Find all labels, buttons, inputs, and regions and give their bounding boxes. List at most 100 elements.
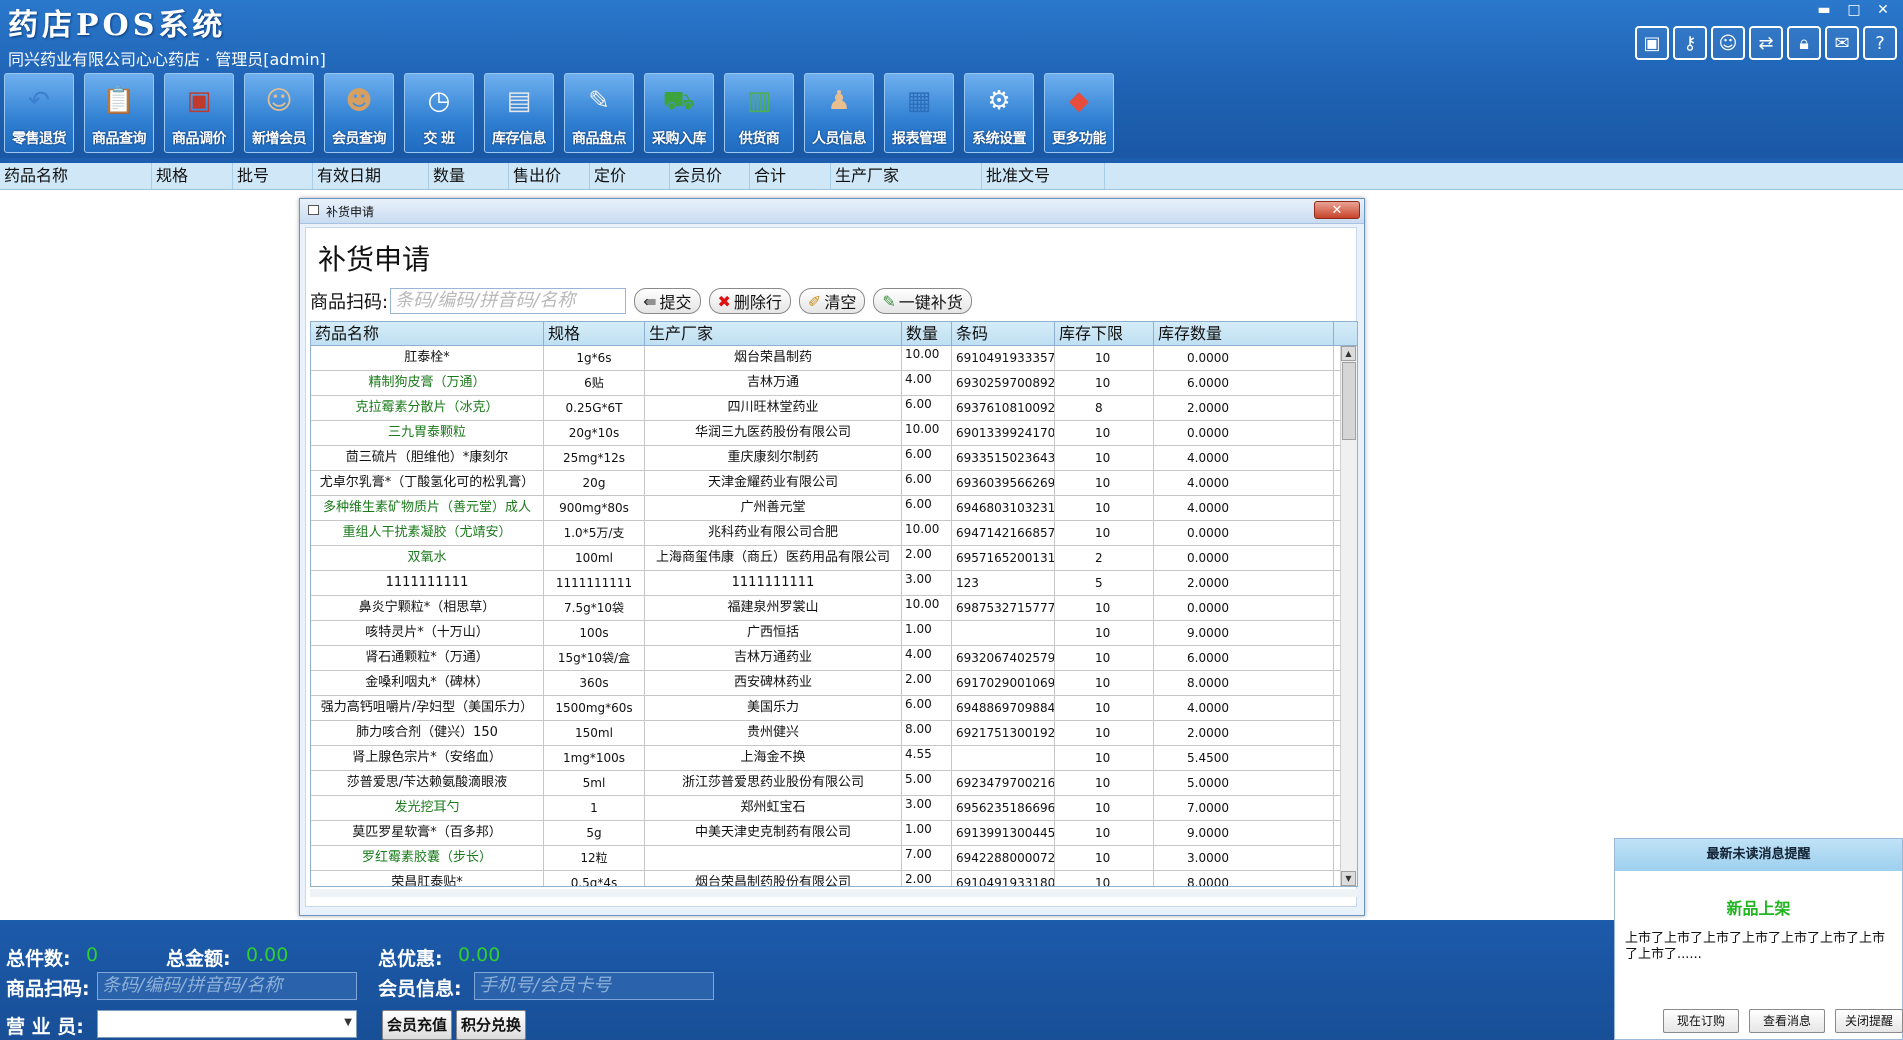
notification-headline[interactable]: 新品上架	[1615, 895, 1902, 919]
bottom-scan-input[interactable]: 条码/编码/拼音码/名称	[97, 972, 357, 1000]
table-row[interactable]: 1111111111 1111111111 1111111111 3.00 123 5 2.…	[311, 571, 1357, 596]
minimize-icon[interactable]: ▬	[1813, 2, 1835, 18]
column-header[interactable]: 有效日期	[313, 163, 429, 189]
table-row[interactable]: 重组人干扰素凝胶（尤靖安） 1.0*5万/支 兆科药业有限公司合肥 10.00 6947…	[311, 521, 1357, 546]
column-header[interactable]: 定价	[590, 163, 670, 189]
cell-name: 鼻炎宁颗粒*（相思草）	[311, 596, 544, 620]
clerk-select[interactable]: ▼	[97, 1010, 357, 1038]
toolbar-button-6[interactable]: ◷ 交 班	[404, 73, 474, 153]
table-row[interactable]: 荣昌肛泰贴* 0.5g*4s 烟台荣昌制药股份有限公司 2.00 69104919331…	[311, 871, 1357, 886]
scan-label: 商品扫码:	[310, 292, 389, 313]
table-row[interactable]: 双氧水 100ml 上海商玺伟康（商丘）医药用品有限公司 2.00 6957165200…	[311, 546, 1357, 571]
column-header[interactable]: 药品名称	[0, 163, 152, 189]
grid-column-header[interactable]: 库存数量	[1154, 322, 1334, 345]
cell-stock: 0.0000	[1154, 421, 1334, 445]
cell-mfr: 吉林万通	[645, 371, 902, 395]
table-row[interactable]: 精制狗皮膏（万通） 6贴 吉林万通 4.00 6930259700892 10 6.0000	[311, 371, 1357, 396]
toolbar-button-5[interactable]: ☻ 会员查询	[324, 73, 394, 153]
toolbar-button-10[interactable]: ▥ 供货商	[724, 73, 794, 153]
grid-column-header[interactable]: 药品名称	[311, 322, 544, 345]
dialog-close-button[interactable]: ✕	[1314, 201, 1360, 219]
toolbar-button-7[interactable]: ▤ 库存信息	[484, 73, 554, 153]
table-row[interactable]: 克拉霉素分散片（冰克） 0.25G*6T 四川旺林堂药业 6.00 6937610810…	[311, 396, 1357, 421]
view-message-button[interactable]: 查看消息	[1749, 1009, 1825, 1033]
clipboard-icon: 📋	[102, 86, 136, 116]
member-recharge-button[interactable]: 会员充值	[382, 1010, 453, 1040]
table-row[interactable]: 强力高钙咀嚼片/孕妇型（美国乐力） 1500mg*60s 美国乐力 6.00 69488…	[311, 696, 1357, 721]
member-info-input[interactable]: 手机号/会员卡号	[474, 972, 714, 1000]
table-row[interactable]: 咳特灵片*（十万山） 100s 广西恒括 1.00 10 9.0000	[311, 621, 1357, 646]
table-row[interactable]: 发光挖耳勺 1 郑州虹宝石 3.00 6956235186696 10 7.0000	[311, 796, 1357, 821]
table-row[interactable]: 莎普爱思/苄达赖氨酸滴眼液 5ml 浙江莎普爱思药业股份有限公司 5.00 692347…	[311, 771, 1357, 796]
staff-icon: ♟	[827, 86, 851, 116]
table-row[interactable]: 肺力咳合剂（健兴）150 150ml 贵州健兴 8.00 6921751300192 10…	[311, 721, 1357, 746]
column-header[interactable]: 生产厂家	[831, 163, 982, 189]
submit-button[interactable]: ⇚ 提交	[634, 288, 701, 314]
clear-button[interactable]: ✐ 清空	[798, 288, 866, 314]
toolbar-button-13[interactable]: ⚙ 系统设置	[964, 73, 1034, 153]
toolbar-button-1[interactable]: ↶ 零售退货	[4, 73, 74, 153]
table-row[interactable]: 肾上腺色宗片*（安络血） 1mg*100s 上海金不换 4.55 10 5.4500	[311, 746, 1357, 771]
table-row[interactable]: 鼻炎宁颗粒*（相思草） 7.5g*10袋 福建泉州罗裳山 10.00 698753271…	[311, 596, 1357, 621]
points-exchange-button[interactable]: 积分兑换	[456, 1010, 527, 1040]
cell-mfr: 福建泉州罗裳山	[645, 596, 902, 620]
column-header[interactable]: 批准文号	[982, 163, 1105, 189]
cell-qty: 6.00	[902, 446, 952, 470]
column-header[interactable]: 会员价	[670, 163, 750, 189]
vertical-scrollbar[interactable]: ▲ ▼	[1340, 346, 1357, 886]
cell-stock: 5.0000	[1154, 771, 1334, 795]
column-header[interactable]: 规格	[152, 163, 233, 189]
toolbar-button-2[interactable]: 📋 商品查询	[84, 73, 154, 153]
price-box-icon: ▣	[186, 86, 212, 116]
table-row[interactable]: 多种维生素矿物质片（善元堂）成人 900mg*80s 广州善元堂 6.00 694680…	[311, 496, 1357, 521]
cell-min: 10	[1055, 821, 1154, 845]
cell-mfr: 中美天津史克制药有限公司	[645, 821, 902, 845]
top-icon-bar: ▣ ⚷ ☺ ⇄ 🔒︎ ✉ ?	[1635, 26, 1903, 60]
close-reminder-button[interactable]: 关闭提醒	[1835, 1009, 1903, 1033]
cell-stock: 6.0000	[1154, 646, 1334, 670]
toolbox-icon[interactable]: ▣	[1635, 26, 1669, 60]
user-card-icon[interactable]: ☺	[1711, 26, 1745, 60]
order-now-button[interactable]: 现在订购	[1663, 1009, 1739, 1033]
column-header[interactable]: 数量	[429, 163, 509, 189]
table-row[interactable]: 茴三硫片（胆维他）*康刻尔 25mg*12s 重庆康刻尔制药 6.00 69335150…	[311, 446, 1357, 471]
column-header[interactable]: 合计	[750, 163, 831, 189]
dialog-titlebar[interactable]: 补货申请 ✕	[300, 199, 1364, 224]
one-click-restock-button[interactable]: ✎ 一键补货	[873, 288, 972, 314]
switch-icon[interactable]: ⇄	[1749, 26, 1783, 60]
scroll-up-icon[interactable]: ▲	[1341, 346, 1356, 361]
key-icon[interactable]: ⚷	[1673, 26, 1707, 60]
table-row[interactable]: 尤卓尔乳膏*（丁酸氢化可的松乳膏） 20g 天津金耀药业有限公司 6.00 693603…	[311, 471, 1357, 496]
message-icon[interactable]: ✉	[1825, 26, 1859, 60]
column-header[interactable]: 售出价	[509, 163, 590, 189]
table-row[interactable]: 三九胃泰颗粒 20g*10s 华润三九医药股份有限公司 10.00 6901339924…	[311, 421, 1357, 446]
close-icon[interactable]: ✕	[1872, 2, 1894, 18]
table-row[interactable]: 肛泰栓* 1g*6s 烟台荣昌制药 10.00 6910491933357 10 0.000…	[311, 346, 1357, 371]
toolbar-button-4[interactable]: ☺ 新增会员	[244, 73, 314, 153]
cell-qty: 4.00	[902, 371, 952, 395]
grid-column-header[interactable]: 数量	[902, 322, 952, 345]
toolbar-button-12[interactable]: ▦ 报表管理	[884, 73, 954, 153]
grid-column-header[interactable]: 规格	[544, 322, 645, 345]
grid-column-header[interactable]: 生产厂家	[645, 322, 902, 345]
cell-name: 尤卓尔乳膏*（丁酸氢化可的松乳膏）	[311, 471, 544, 495]
delete-row-button[interactable]: ✖ 删除行	[708, 288, 791, 314]
toolbar-button-14[interactable]: ◆ 更多功能	[1044, 73, 1114, 153]
toolbar-button-11[interactable]: ♟ 人员信息	[804, 73, 874, 153]
maximize-icon[interactable]: □	[1843, 2, 1865, 18]
table-row[interactable]: 罗红霉素胶囊（步长） 12粒 7.00 6942288000072 10 3.0000	[311, 846, 1357, 871]
table-row[interactable]: 金嗓利咽丸*（碑林） 360s 西安碑林药业 2.00 6917029001069 10 8…	[311, 671, 1357, 696]
scroll-thumb[interactable]	[1342, 362, 1356, 440]
scroll-down-icon[interactable]: ▼	[1341, 871, 1356, 886]
table-row[interactable]: 莫匹罗星软膏*（百多邦） 5g 中美天津史克制药有限公司 1.00 6913991300…	[311, 821, 1357, 846]
grid-column-header[interactable]: 条码	[952, 322, 1055, 345]
column-header[interactable]: 批号	[233, 163, 313, 189]
toolbar-button-8[interactable]: ✎ 商品盘点	[564, 73, 634, 153]
grid-column-header[interactable]: 库存下限	[1055, 322, 1154, 345]
help-icon[interactable]: ?	[1863, 26, 1897, 60]
table-row[interactable]: 肾石通颗粒*（万通） 15g*10袋/盒 吉林万通药业 4.00 69320674025…	[311, 646, 1357, 671]
toolbar-button-9[interactable]: ⛟ 采购入库	[644, 73, 714, 153]
toolbar-button-3[interactable]: ▣ 商品调价	[164, 73, 234, 153]
lock-icon[interactable]: 🔒︎	[1787, 26, 1821, 60]
product-scan-input[interactable]: 条码/编码/拼音码/名称	[390, 288, 627, 314]
